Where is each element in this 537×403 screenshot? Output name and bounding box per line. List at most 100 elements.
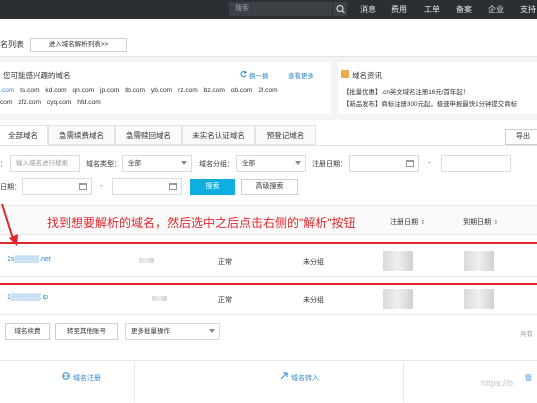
bulk-action-select[interactable]: 更多批量操作 <box>125 323 220 340</box>
swap-link[interactable]: 换一换 <box>249 70 269 80</box>
date-range-dash: - <box>100 181 103 190</box>
type-select[interactable]: 全部 <box>122 155 192 172</box>
search-button[interactable] <box>332 2 347 16</box>
column-header-expire-date[interactable]: 到期日期 ⇕ <box>463 217 498 227</box>
domain-name-link[interactable]: 1s▒▒▒▒▒.net <box>7 256 51 263</box>
suffix-item[interactable]: tb.com <box>125 87 145 94</box>
top-navbar: 搜索 消息 费用 工单 备案 企业 支持 <box>0 0 537 19</box>
reg-date-label: 注册日期： <box>312 161 347 168</box>
column-header-label: 到期日期 <box>463 219 491 226</box>
chevron-down-icon <box>295 161 301 165</box>
transfer-icon <box>280 372 288 380</box>
recommend-title: 您可能感兴趣的域名 <box>3 71 71 80</box>
nav-icp[interactable]: 备案 <box>456 0 472 19</box>
suffix-row-1: .com ts.com kd.com qn.com jp.com tb.com … <box>0 87 330 94</box>
export-button[interactable]: 导出 <box>505 129 537 145</box>
domain-name-link[interactable]: 1▒▒▒▒▒▒.ip <box>7 294 48 301</box>
footer-divider <box>403 362 404 402</box>
sort-icon: ⇕ <box>493 220 499 226</box>
recommend-panel: 您可能感兴趣的域名 换一换 查看更多 .com ts.com kd.com qn… <box>0 62 331 114</box>
nav-messages[interactable]: 消息 <box>360 0 376 19</box>
suffix-item[interactable]: bz.com <box>204 87 225 94</box>
renew-button[interactable]: 域名续费 <box>5 323 50 340</box>
suffix-item[interactable]: jp.com <box>100 87 119 94</box>
suffix-item[interactable]: hfd.com <box>77 99 100 106</box>
tab-redeem-urgent[interactable]: 急需赎回域名 <box>115 125 182 145</box>
domain-transfer-in-link[interactable]: 域名转入 <box>291 373 319 383</box>
calendar-icon <box>406 160 414 167</box>
tab-preregister[interactable]: 预登记域名 <box>255 125 316 145</box>
redacted-expire-date <box>464 251 494 271</box>
more-link[interactable]: 查看更多 <box>288 70 314 80</box>
advanced-search-button[interactable]: 高级搜索 <box>241 179 298 195</box>
news-item[interactable]: 【批量优惠】.cn英文域名注册16元/首年起！ <box>343 87 469 96</box>
domain-search-input[interactable]: 输入域名进行搜索 <box>10 155 80 172</box>
sort-icon: ⇕ <box>420 220 426 226</box>
table-row[interactable]: 1s▒▒▒▒▒.net 正常 未分组 <box>0 241 537 277</box>
reg-date-start[interactable] <box>349 155 419 172</box>
domain-group: 未分组 <box>303 297 324 304</box>
enter-dns-list-button[interactable]: 进入域名解析列表>> <box>30 38 127 52</box>
search-button[interactable]: 搜索 <box>190 179 235 195</box>
total-count: 共有 <box>520 331 533 338</box>
domain-status: 正常 <box>218 259 232 266</box>
tab-renew-urgent[interactable]: 急需续费域名 <box>48 125 115 145</box>
suffix-item[interactable]: zfz.com <box>18 99 41 106</box>
domain-group: 未分组 <box>303 259 324 266</box>
domain-register-link[interactable]: 域名注册 <box>73 373 101 383</box>
suffix-row-2: com zfz.com cyq.com hfd.com <box>0 99 330 106</box>
expire-date-end[interactable] <box>112 178 182 195</box>
search-icon <box>336 4 345 14</box>
footer-third-link[interactable]: 管 <box>525 373 532 383</box>
tab-unverified[interactable]: 未实名认证域名 <box>182 125 255 145</box>
date-range-dash: - <box>428 158 431 167</box>
column-header-reg-date[interactable]: 注册日期 ⇕ <box>390 217 425 227</box>
suffix-item[interactable]: com <box>0 99 12 106</box>
chevron-down-icon <box>209 329 215 333</box>
group-select[interactable]: 全部 <box>236 155 306 172</box>
chevron-down-icon <box>181 161 187 165</box>
group-filter-label: 域名分组： <box>199 161 234 168</box>
tabs-divider <box>0 145 537 146</box>
expire-date-start[interactable] <box>22 178 92 195</box>
tab-all-domains[interactable]: 全部域名 <box>0 125 48 145</box>
suffix-item[interactable]: cyq.com <box>47 99 72 106</box>
expire-date-label: 日期： <box>0 184 21 191</box>
redacted-cell <box>139 258 154 263</box>
suffix-item[interactable]: .com <box>0 87 14 94</box>
suffix-item[interactable]: ts.com <box>20 87 39 94</box>
group-select-value: 全部 <box>242 160 255 167</box>
nav-support[interactable]: 支持 <box>520 0 536 19</box>
redacted-cell <box>152 296 167 301</box>
reg-date-end[interactable] <box>441 155 511 172</box>
suffix-item[interactable]: yb.com <box>151 87 172 94</box>
news-title: 域名资讯 <box>352 71 382 80</box>
redacted-reg-date <box>383 289 413 309</box>
nav-enterprise[interactable]: 企业 <box>488 0 504 19</box>
pointer-arrow-icon <box>1 203 18 246</box>
news-item[interactable]: 【新品发布】商标注册300元起，极速申报最快1分钟提交商标 <box>343 99 517 108</box>
domain-status: 正常 <box>218 297 232 304</box>
title-row: 名列表 进入域名解析列表>> <box>0 19 537 57</box>
bulk-action-value: 更多批量操作 <box>131 328 170 335</box>
redacted-expire-date <box>464 289 494 309</box>
suffix-item[interactable]: rz.com <box>178 87 198 94</box>
globe-icon <box>62 372 70 380</box>
name-filter-label: ： <box>0 161 7 168</box>
suffix-item[interactable]: ob.com <box>231 87 253 94</box>
calendar-icon <box>169 183 177 190</box>
suffix-item[interactable]: 2l.com <box>258 87 277 94</box>
suffix-item[interactable]: qn.com <box>73 87 95 94</box>
footer-divider <box>134 362 135 402</box>
nav-tickets[interactable]: 工单 <box>424 0 440 19</box>
watermark: https://b <box>481 378 514 388</box>
nav-billing[interactable]: 费用 <box>391 0 407 19</box>
global-search-input[interactable]: 搜索 <box>229 2 332 16</box>
type-select-value: 全部 <box>128 160 141 167</box>
suffix-item[interactable]: kd.com <box>45 87 66 94</box>
highlight-line-bottom <box>0 283 537 285</box>
highlight-line-top <box>0 242 537 244</box>
transfer-account-button[interactable]: 转至其他账号 <box>55 323 118 340</box>
column-header-label: 注册日期 <box>390 219 418 226</box>
refresh-icon <box>240 70 247 78</box>
